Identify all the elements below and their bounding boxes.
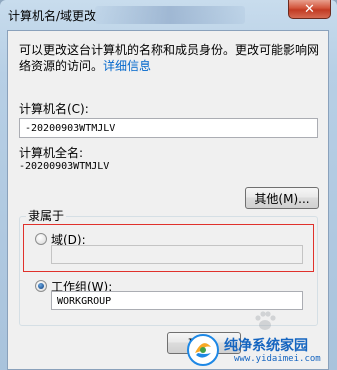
domain-radio[interactable] [35,233,47,245]
watermark-name: 纯净系统家园 [224,338,308,354]
watermark-logo-icon [187,334,219,366]
title-blurred-area [95,6,245,24]
paw-watermark-icon [255,311,276,330]
dialog-window: 计算机名/域更改 ✕ 可以更改这台计算机的名称和成员身份。更改可能影响网络资源的… [0,0,337,370]
full-name-label: 计算机全名: [19,146,84,160]
dialog-body: 可以更改这台计算机的名称和成员身份。更改可能影响网络资源的访问。详细信息 计算机… [7,30,329,370]
description-text: 可以更改这台计算机的名称和成员身份。更改可能影响网络资源的访问。详细信息 [19,42,319,74]
computer-name-input[interactable]: -20200903WTMJLV [19,118,318,138]
title-bar[interactable]: 计算机名/域更改 ✕ [0,0,337,30]
window-title: 计算机名/域更改 [8,9,97,23]
details-link[interactable]: 详细信息 [103,59,151,73]
workgroup-radio[interactable] [35,280,47,292]
member-of-title: 隶属于 [26,207,67,224]
domain-input[interactable] [51,245,303,264]
other-button[interactable]: 其他(M)... [245,187,319,209]
full-name-value: -20200903WTMJLV [19,161,110,172]
description-body: 可以更改这台计算机的名称和成员身份。更改可能影响网络资源的访问。 [19,43,320,73]
close-icon: ✕ [304,1,315,17]
close-button[interactable]: ✕ [288,0,331,19]
computer-name-label: 计算机名(C): [19,102,89,116]
watermark-url: www.yidaimei.com [234,354,321,364]
